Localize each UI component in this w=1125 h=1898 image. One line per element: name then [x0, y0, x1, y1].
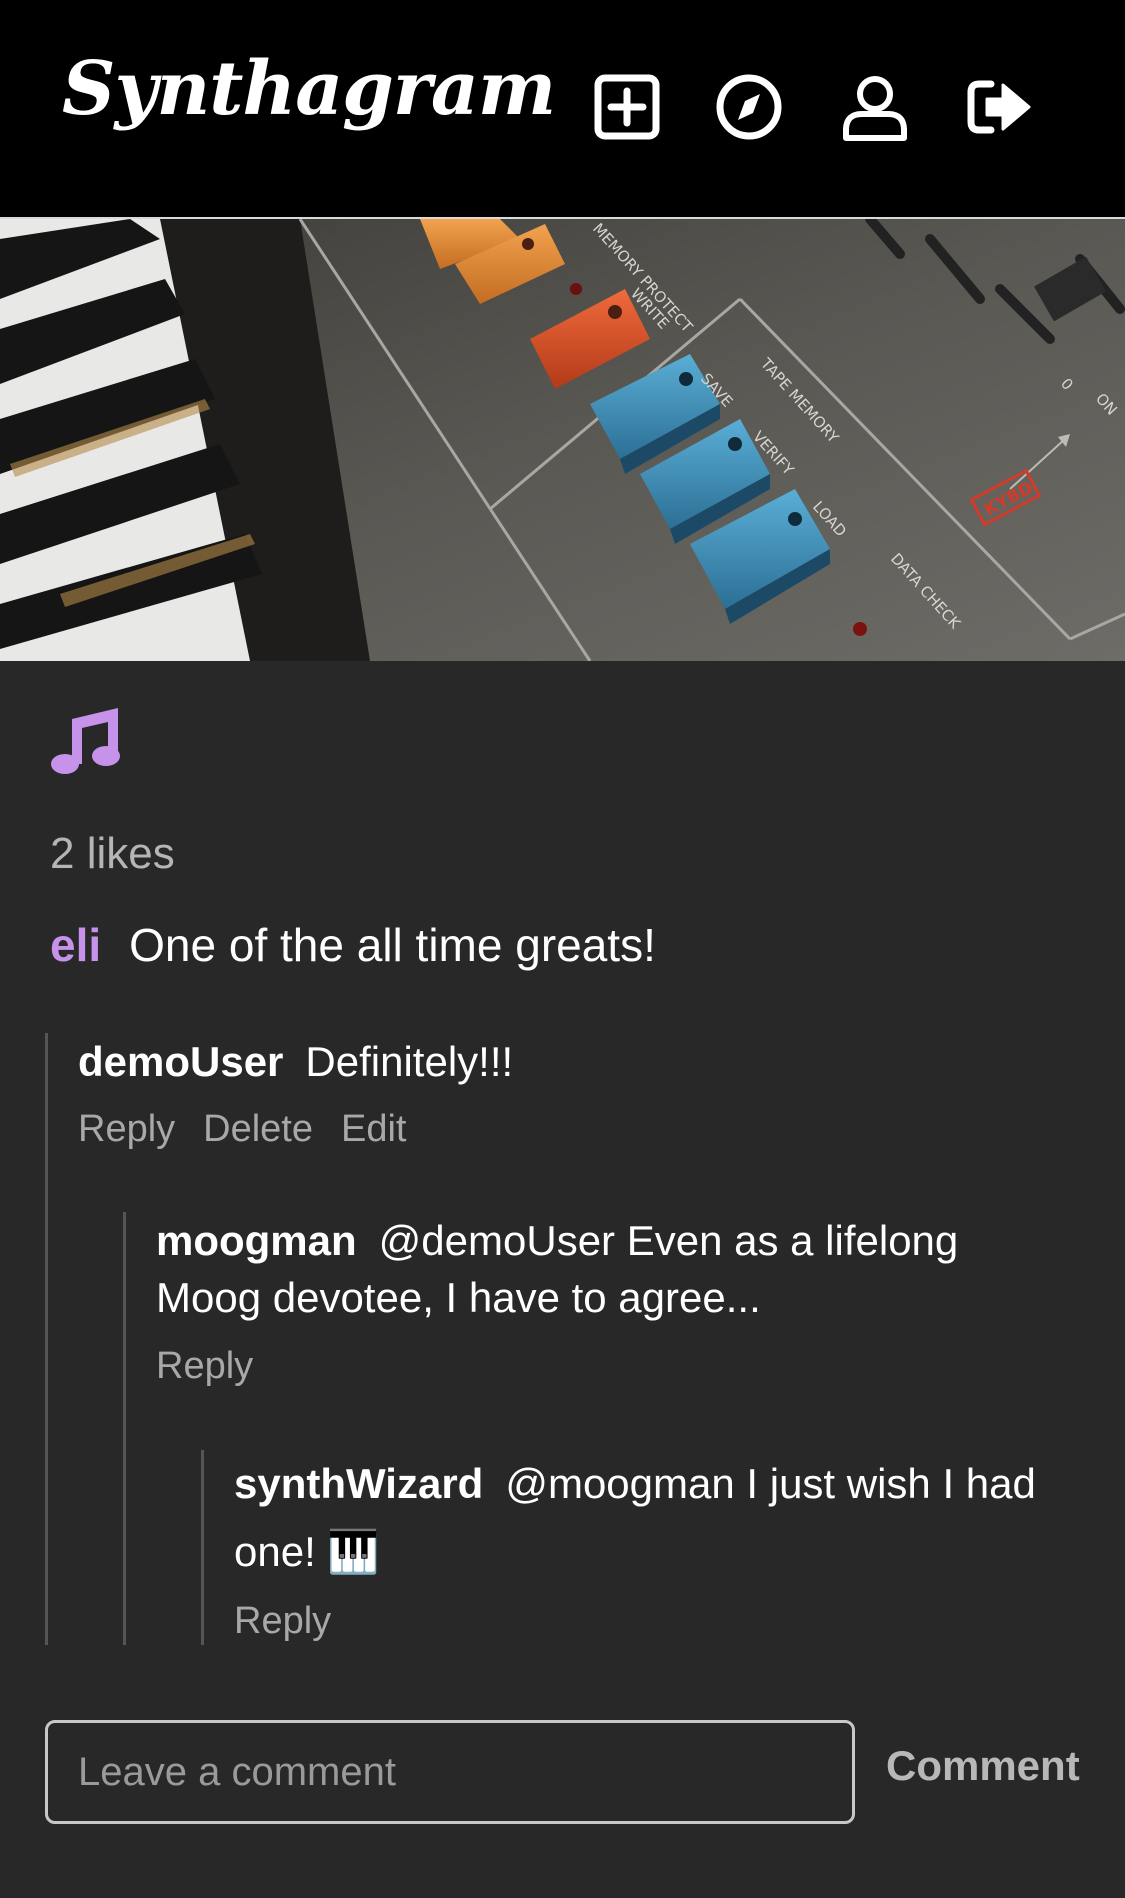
music-note-icon[interactable] [50, 704, 122, 776]
explore-icon[interactable] [714, 72, 784, 142]
comment-username[interactable]: demoUser [78, 1038, 283, 1085]
delete-button[interactable]: Delete [203, 1108, 313, 1150]
thread-line-level-3 [201, 1450, 204, 1645]
new-post-icon[interactable] [592, 72, 662, 142]
profile-icon[interactable] [840, 72, 910, 142]
comment-actions: Reply [234, 1600, 359, 1643]
post-image: MEMORY PROTECT WRITE TAPE MEMORY SAVE VE… [0, 219, 1125, 661]
logout-icon[interactable] [965, 72, 1035, 142]
comment-username[interactable]: synthWizard [234, 1460, 483, 1507]
thread-line-level-2 [123, 1212, 126, 1645]
comment-input[interactable] [45, 1720, 855, 1824]
caption-text: One of the all time greats! [129, 919, 656, 971]
likes-count[interactable]: 2 likes [50, 828, 175, 880]
post-caption: eli One of the all time greats! [50, 918, 656, 972]
reply-button[interactable]: Reply [156, 1345, 253, 1387]
comment-item: synthWizard @moogman I just wish I had on… [234, 1450, 1104, 1586]
app-logo[interactable]: Synthagram [62, 52, 556, 126]
app-header: Synthagram [0, 0, 1125, 219]
post-author[interactable]: eli [50, 919, 101, 971]
comment-text: Definitely!!! [305, 1038, 514, 1085]
reply-button[interactable]: Reply [78, 1108, 175, 1150]
comment-username[interactable]: moogman [156, 1217, 357, 1264]
reply-button[interactable]: Reply [234, 1600, 331, 1642]
comment-item: demoUser Definitely!!! [78, 1033, 1098, 1090]
edit-button[interactable]: Edit [341, 1108, 406, 1150]
comment-actions: Reply Delete Edit [78, 1108, 434, 1151]
thread-line-level-1 [45, 1033, 48, 1645]
comment-actions: Reply [156, 1345, 281, 1388]
comment-submit-button[interactable]: Comment [886, 1745, 1080, 1787]
comment-item: moogman @demoUser Even as a lifelong Moog… [156, 1212, 1056, 1326]
